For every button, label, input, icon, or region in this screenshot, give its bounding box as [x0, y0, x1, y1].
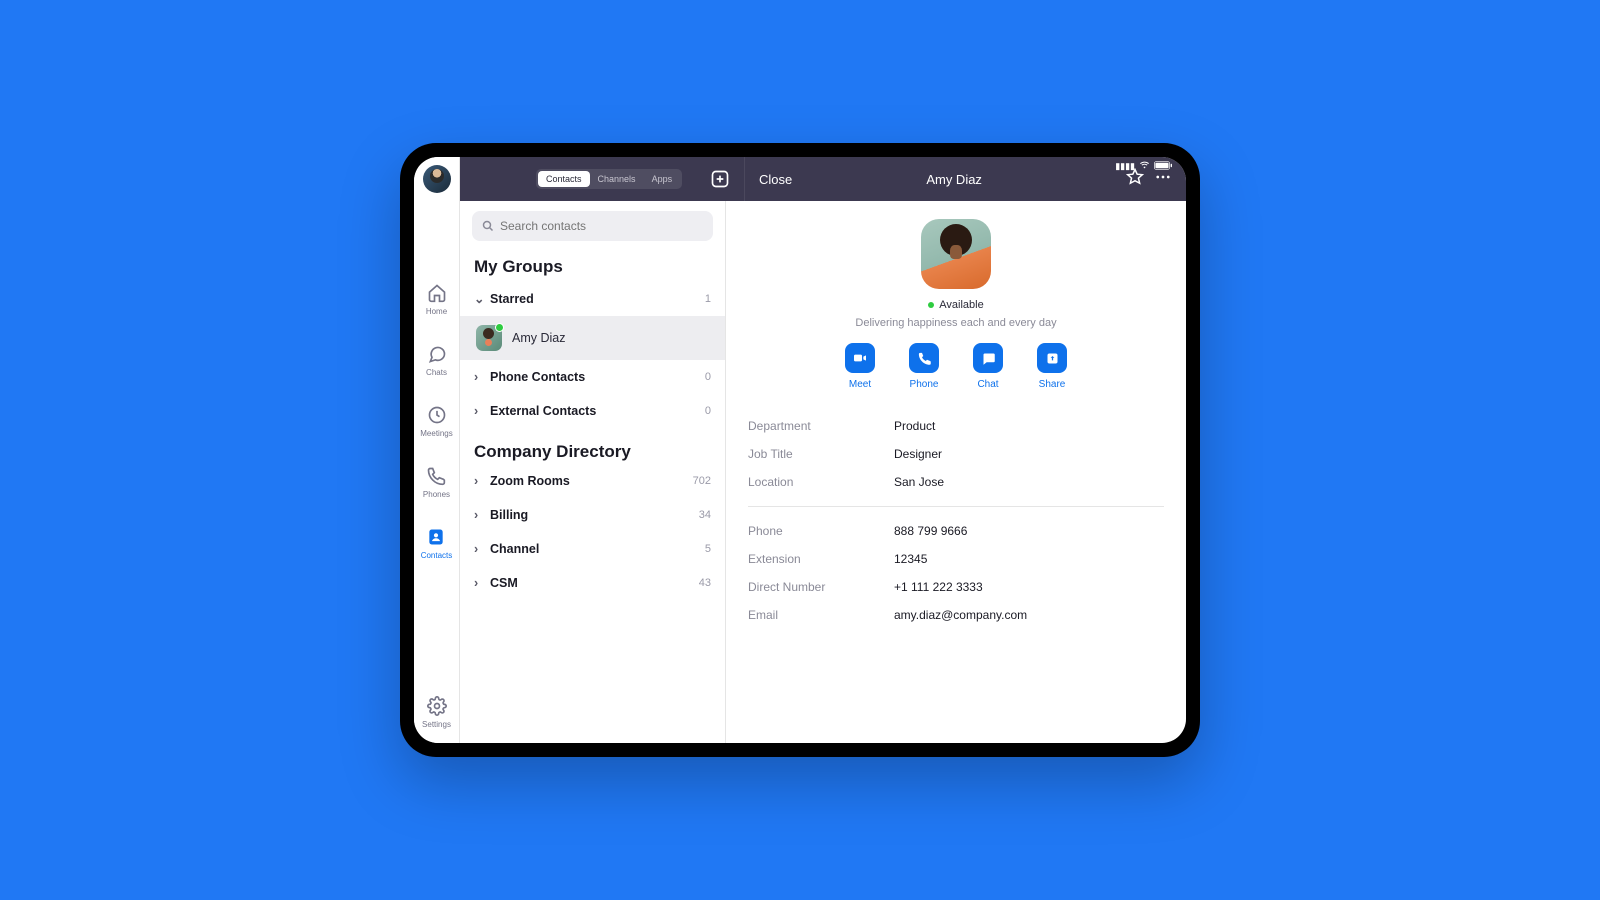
group-label: Starred [490, 292, 534, 306]
group-external-contacts[interactable]: › External Contacts 0 [460, 394, 725, 428]
contact-name: Amy Diaz [512, 331, 565, 345]
segmented-tabs: Contacts Channels Apps [536, 169, 682, 189]
tablet-frame: ▮▮▮▮ Home Chats Meetings Phones Contacts… [400, 143, 1200, 757]
chevron-right-icon: › [474, 576, 484, 590]
info-phone: Phone888 799 9666 [748, 517, 1164, 545]
group-label: Phone Contacts [490, 370, 585, 384]
action-phone[interactable]: Phone [909, 343, 939, 390]
directory-zoom-rooms[interactable]: › Zoom Rooms 702 [460, 464, 725, 498]
close-button[interactable]: Close [759, 172, 792, 187]
presence-label: Available [939, 299, 983, 311]
directory-label: Billing [490, 508, 528, 522]
presence-dot-icon [928, 302, 934, 308]
directory-count: 34 [699, 509, 711, 521]
action-meet[interactable]: Meet [845, 343, 875, 390]
directory-label: CSM [490, 576, 518, 590]
directory-label: Channel [490, 542, 539, 556]
chevron-down-icon: ⌄ [474, 291, 484, 306]
group-count: 0 [705, 405, 711, 417]
video-icon [852, 350, 868, 366]
phone-icon [917, 351, 932, 366]
add-button[interactable] [710, 169, 730, 189]
my-groups-heading: My Groups [460, 251, 725, 281]
directory-csm[interactable]: › CSM 43 [460, 566, 725, 600]
left-nav: Home Chats Meetings Phones Contacts Sett… [414, 157, 460, 743]
chevron-right-icon: › [474, 508, 484, 522]
nav-settings[interactable]: Settings [422, 696, 451, 729]
tab-channels[interactable]: Channels [590, 171, 644, 187]
nav-home-label: Home [426, 307, 447, 316]
nav-chats-label: Chats [426, 368, 447, 377]
contact-avatar [476, 325, 502, 351]
action-bar: Meet Phone Chat Share [748, 343, 1164, 390]
directory-count: 5 [705, 543, 711, 555]
screen: ▮▮▮▮ Home Chats Meetings Phones Contacts… [414, 157, 1186, 743]
group-phone-contacts[interactable]: › Phone Contacts 0 [460, 360, 725, 394]
directory-channel[interactable]: › Channel 5 [460, 532, 725, 566]
nav-chats[interactable]: Chats [426, 344, 447, 377]
company-directory-heading: Company Directory [460, 428, 725, 464]
contacts-list: My Groups ⌄ Starred 1 Amy Diaz › Phone C… [460, 201, 726, 743]
action-label: Share [1039, 379, 1066, 390]
directory-count: 43 [699, 577, 711, 589]
chevron-right-icon: › [474, 404, 484, 418]
nav-settings-label: Settings [422, 720, 451, 729]
action-chat[interactable]: Chat [973, 343, 1003, 390]
contact-detail-avatar [921, 219, 991, 289]
profile-avatar[interactable] [423, 165, 451, 193]
info-job-title: Job TitleDesigner [748, 440, 1164, 468]
tab-apps[interactable]: Apps [644, 171, 681, 187]
group-count: 0 [705, 371, 711, 383]
contact-detail: Available Delivering happiness each and … [726, 201, 1186, 743]
nav-home[interactable]: Home [426, 283, 447, 316]
tab-contacts[interactable]: Contacts [538, 171, 590, 187]
info-extension: Extension12345 [748, 545, 1164, 573]
chevron-right-icon: › [474, 474, 484, 488]
divider [748, 506, 1164, 507]
chevron-right-icon: › [474, 370, 484, 384]
top-bar: Contacts Channels Apps Close Amy Diaz [460, 157, 1186, 201]
battery-icon [1154, 161, 1172, 172]
search-icon [482, 220, 494, 232]
directory-billing[interactable]: › Billing 34 [460, 498, 725, 532]
info-department: DepartmentProduct [748, 412, 1164, 440]
info-section: DepartmentProduct Job TitleDesigner Loca… [748, 412, 1164, 629]
nav-contacts[interactable]: Contacts [421, 527, 453, 560]
chat-icon [981, 351, 996, 366]
search-input[interactable] [500, 219, 703, 233]
action-label: Chat [977, 379, 998, 390]
contact-item-amy-diaz[interactable]: Amy Diaz [460, 316, 725, 360]
directory-label: Zoom Rooms [490, 474, 570, 488]
group-starred[interactable]: ⌄ Starred 1 [460, 281, 725, 316]
signal-icon: ▮▮▮▮ [1115, 161, 1135, 172]
directory-count: 702 [693, 475, 711, 487]
nav-phones[interactable]: Phones [423, 466, 450, 499]
info-location: LocationSan Jose [748, 468, 1164, 496]
nav-meetings[interactable]: Meetings [420, 405, 452, 438]
info-email: Emailamy.diaz@company.com [748, 601, 1164, 629]
group-count: 1 [705, 293, 711, 305]
wifi-icon [1139, 161, 1150, 172]
nav-contacts-label: Contacts [421, 551, 453, 560]
action-label: Meet [849, 379, 871, 390]
nav-phones-label: Phones [423, 490, 450, 499]
action-share[interactable]: Share [1037, 343, 1067, 390]
nav-meetings-label: Meetings [420, 429, 452, 438]
group-label: External Contacts [490, 404, 596, 418]
action-label: Phone [910, 379, 939, 390]
info-direct-number: Direct Number+1 111 222 3333 [748, 573, 1164, 601]
chevron-right-icon: › [474, 542, 484, 556]
search-box[interactable] [472, 211, 713, 241]
status-message: Delivering happiness each and every day [748, 317, 1164, 329]
status-bar: ▮▮▮▮ [1115, 161, 1172, 172]
detail-title: Amy Diaz [792, 172, 1116, 187]
share-icon [1045, 351, 1060, 366]
presence-status: Available [748, 299, 1164, 311]
